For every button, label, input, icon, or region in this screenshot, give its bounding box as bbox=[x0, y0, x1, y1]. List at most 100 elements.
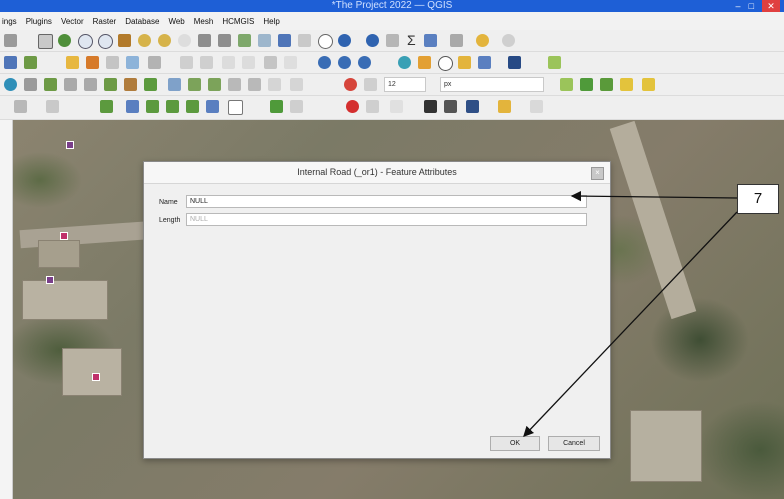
annotation-icon[interactable] bbox=[476, 34, 489, 47]
rotate-feature-icon[interactable] bbox=[44, 78, 57, 91]
attribute-icon[interactable] bbox=[424, 100, 437, 113]
zoom-out-icon[interactable] bbox=[98, 34, 113, 49]
add-ring-icon[interactable] bbox=[84, 78, 97, 91]
style-icon[interactable] bbox=[580, 78, 593, 91]
length-input[interactable]: NULL bbox=[186, 213, 587, 226]
text-annotation-icon[interactable] bbox=[228, 100, 243, 115]
analysis-icon[interactable] bbox=[100, 100, 113, 113]
toggle-editing-pencil-icon[interactable] bbox=[86, 56, 99, 69]
add-feature-icon[interactable] bbox=[126, 56, 139, 69]
zoom-next-icon[interactable] bbox=[218, 34, 231, 47]
menu-plugins[interactable]: Plugins bbox=[26, 17, 52, 26]
rotate-symbol-icon[interactable] bbox=[268, 78, 281, 91]
delete-selected-icon[interactable] bbox=[180, 56, 193, 69]
label-move-icon[interactable] bbox=[478, 56, 491, 69]
new-map-view-icon[interactable] bbox=[238, 34, 251, 47]
delete-icon[interactable] bbox=[366, 100, 379, 113]
open-attribute-table-icon[interactable] bbox=[386, 34, 399, 47]
snapping-icon[interactable] bbox=[364, 78, 377, 91]
cut-features-icon[interactable] bbox=[200, 56, 213, 69]
ok-button[interactable]: OK bbox=[490, 436, 540, 451]
paste-features-icon[interactable] bbox=[242, 56, 255, 69]
menu-settings[interactable]: ings bbox=[2, 17, 17, 26]
processing-history-icon[interactable] bbox=[290, 100, 303, 113]
redo-icon[interactable] bbox=[284, 56, 297, 69]
font-size-field[interactable]: 12 bbox=[384, 77, 426, 92]
name-input[interactable]: NULL bbox=[186, 195, 587, 208]
split-features-icon[interactable] bbox=[208, 78, 221, 91]
measure-icon[interactable] bbox=[424, 34, 437, 47]
reshape-icon[interactable] bbox=[168, 78, 181, 91]
deselect-icon[interactable] bbox=[642, 78, 655, 91]
menu-web[interactable]: Web bbox=[168, 17, 184, 26]
new-3d-view-icon[interactable] bbox=[258, 34, 271, 47]
close-icon[interactable]: ✕ bbox=[762, 0, 780, 12]
simplify-icon[interactable] bbox=[64, 78, 77, 91]
clip-icon[interactable] bbox=[166, 100, 179, 113]
grid-icon[interactable] bbox=[14, 100, 27, 113]
cross-icon[interactable] bbox=[600, 78, 613, 91]
swap-icon[interactable] bbox=[466, 100, 479, 113]
current-edits-icon[interactable] bbox=[66, 56, 79, 69]
cancel-button[interactable]: Cancel bbox=[548, 436, 600, 451]
merge-attributes-icon[interactable] bbox=[248, 78, 261, 91]
filter-icon[interactable] bbox=[560, 78, 573, 91]
identify-features-icon[interactable] bbox=[366, 34, 379, 47]
zoom-native-icon[interactable] bbox=[178, 34, 191, 47]
pan-to-selection-icon[interactable] bbox=[58, 34, 71, 47]
magnet-icon[interactable] bbox=[344, 78, 357, 91]
menu-raster[interactable]: Raster bbox=[93, 17, 117, 26]
table-icon[interactable] bbox=[46, 100, 59, 113]
project-toolbar-icon[interactable] bbox=[4, 56, 17, 69]
delete-ring-icon[interactable] bbox=[144, 78, 157, 91]
select-icon[interactable] bbox=[620, 78, 633, 91]
move-feature-icon[interactable] bbox=[24, 78, 37, 91]
zoom-in-icon[interactable] bbox=[78, 34, 93, 49]
offset-point-icon[interactable] bbox=[290, 78, 303, 91]
fill-ring-icon[interactable] bbox=[124, 78, 137, 91]
undo-icon[interactable] bbox=[264, 56, 277, 69]
zoom-full-icon[interactable] bbox=[118, 34, 131, 47]
save-edits-icon[interactable] bbox=[106, 56, 119, 69]
statistical-summary-icon[interactable]: Σ bbox=[407, 32, 416, 48]
show-bookmarks-icon[interactable] bbox=[298, 34, 311, 47]
label-icon[interactable] bbox=[398, 56, 411, 69]
merge-features-icon[interactable] bbox=[228, 78, 241, 91]
add-point-icon[interactable] bbox=[346, 100, 359, 113]
geometry-icon[interactable] bbox=[126, 100, 139, 113]
plugin-icon[interactable] bbox=[548, 56, 561, 69]
new-spatial-bookmark-icon[interactable] bbox=[278, 34, 291, 47]
vertex-tool-icon[interactable] bbox=[148, 56, 161, 69]
layer-icon[interactable] bbox=[318, 56, 331, 69]
label-pin-icon[interactable] bbox=[458, 56, 471, 69]
dissolve-icon[interactable] bbox=[186, 100, 199, 113]
add-part-icon[interactable] bbox=[104, 78, 117, 91]
python-console-icon[interactable] bbox=[270, 100, 283, 113]
centroid-icon[interactable] bbox=[206, 100, 219, 113]
locator-icon[interactable] bbox=[502, 34, 515, 47]
label-rotate-icon[interactable] bbox=[438, 56, 453, 71]
menu-database[interactable]: Database bbox=[125, 17, 159, 26]
label-highlight-icon[interactable] bbox=[418, 56, 431, 69]
refresh-icon[interactable] bbox=[338, 34, 351, 47]
layer-3-icon[interactable] bbox=[358, 56, 371, 69]
tool-icon[interactable] bbox=[4, 34, 17, 47]
temporal-controller-icon[interactable] bbox=[318, 34, 333, 49]
zoom-last-icon[interactable] bbox=[198, 34, 211, 47]
menu-vector[interactable]: Vector bbox=[61, 17, 84, 26]
zoom-to-selection-icon[interactable] bbox=[138, 34, 151, 47]
menu-mesh[interactable]: Mesh bbox=[194, 17, 214, 26]
map-tips-icon[interactable] bbox=[450, 34, 463, 47]
dialog-close-icon[interactable]: × bbox=[591, 167, 604, 180]
diagram-icon[interactable] bbox=[508, 56, 521, 69]
layer-2-icon[interactable] bbox=[338, 56, 351, 69]
menu-help[interactable]: Help bbox=[263, 17, 279, 26]
copy-features-icon[interactable] bbox=[222, 56, 235, 69]
minimize-icon[interactable]: – bbox=[736, 0, 741, 12]
zoom-to-layer-icon[interactable] bbox=[158, 34, 171, 47]
chart-icon[interactable] bbox=[498, 100, 511, 113]
menu-hcmgis[interactable]: HCMGIS bbox=[222, 17, 254, 26]
shape-icon[interactable] bbox=[4, 78, 17, 91]
maximize-icon[interactable]: □ bbox=[749, 0, 754, 12]
offset-curve-icon[interactable] bbox=[188, 78, 201, 91]
